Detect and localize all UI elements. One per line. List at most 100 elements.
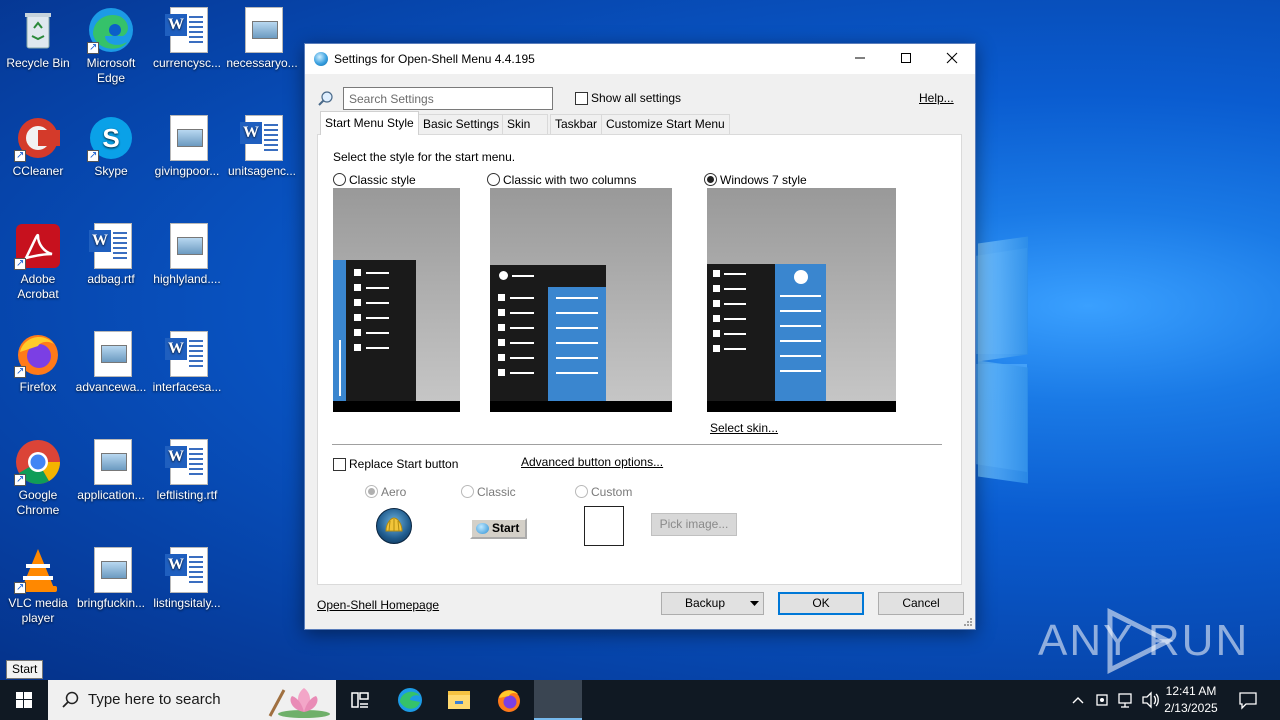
open-shell-homepage-link[interactable]: Open-Shell Homepage xyxy=(317,598,439,612)
image-file-icon[interactable]: highlyland.... xyxy=(149,222,225,287)
preview-item-line xyxy=(366,332,389,334)
close-button[interactable] xyxy=(929,44,975,74)
classic-two-columns-preview[interactable] xyxy=(490,188,672,412)
microsoft-edge-icon[interactable]: Microsoft Edge xyxy=(73,6,149,86)
preview-taskbar xyxy=(333,401,460,412)
show-hidden-icons-chevron-icon[interactable] xyxy=(1071,694,1085,706)
image-file-icon[interactable]: givingpoor... xyxy=(149,114,225,179)
tab-customize-start-menu[interactable]: Customize Start Menu xyxy=(601,114,730,134)
advanced-button-options-link[interactable]: Advanced button options... xyxy=(521,455,663,469)
search-highlight-lotus-icon xyxy=(268,688,330,718)
help-link[interactable]: Help... xyxy=(919,91,954,105)
task-view-button[interactable] xyxy=(336,680,384,720)
recycle-bin-icon[interactable]: Recycle Bin xyxy=(0,6,76,71)
classic-style-preview[interactable] xyxy=(333,188,460,412)
google-chrome-icon[interactable]: Google Chrome xyxy=(0,438,76,518)
system-clock[interactable]: 12:41 AM 2/13/2025 xyxy=(1160,683,1222,717)
preview-item xyxy=(713,330,720,337)
maximize-icon xyxy=(901,53,911,63)
preview-right-line xyxy=(556,342,598,344)
windows-7-style-label: Windows 7 style xyxy=(720,173,807,187)
desktop-icon-label: Microsoft Edge xyxy=(86,56,136,85)
classic-button-radio[interactable] xyxy=(461,485,474,498)
preview-user-dot xyxy=(794,270,808,284)
taskbar-search-box[interactable]: Type here to search xyxy=(48,680,336,720)
aero-button-radio[interactable] xyxy=(365,485,378,498)
select-skin-link[interactable]: Select skin... xyxy=(710,421,778,435)
word-document-icon[interactable]: W unitsagenc... xyxy=(224,114,300,179)
backup-button[interactable]: Backup xyxy=(661,592,764,615)
desktop-icon-label: highlyland.... xyxy=(153,272,221,286)
preview-item-line xyxy=(510,372,534,374)
image-file-icon[interactable]: bringfuckin... xyxy=(73,546,149,611)
word-document-icon[interactable]: W adbag.rtf xyxy=(73,222,149,287)
classic-style-radio[interactable] xyxy=(333,173,346,186)
tab-taskbar[interactable]: Taskbar xyxy=(550,114,603,134)
tab-skin[interactable]: Skin xyxy=(502,114,548,134)
minimize-button[interactable] xyxy=(837,44,883,74)
resize-grip-icon[interactable] xyxy=(963,617,973,627)
desktop-icon-label: adbag.rtf xyxy=(87,272,135,286)
word-document-icon[interactable]: W currencysc... xyxy=(149,6,225,71)
image-file-icon[interactable]: necessaryo... xyxy=(224,6,300,71)
cancel-button[interactable]: Cancel xyxy=(878,592,964,615)
classic-two-columns-label: Classic with two columns xyxy=(503,173,637,187)
volume-icon[interactable] xyxy=(1141,691,1161,709)
desktop-icon-label: Firefox xyxy=(19,380,57,394)
show-all-settings-label: Show all settings xyxy=(591,91,682,105)
preview-item-line xyxy=(366,317,389,319)
classic-two-columns-radio[interactable] xyxy=(487,173,500,186)
desktop-icon-label: Google Chrome xyxy=(16,488,60,517)
image-file-icon[interactable]: application... xyxy=(73,438,149,503)
shell-logo-icon xyxy=(385,517,403,532)
windows-7-style-radio[interactable] xyxy=(704,173,717,186)
vlc-icon[interactable]: VLC media player xyxy=(0,546,76,626)
start-button[interactable] xyxy=(0,680,48,720)
search-icon xyxy=(62,691,79,708)
tab-basic-settings[interactable]: Basic Settings xyxy=(418,114,505,134)
skype-icon[interactable]: S Skype xyxy=(73,114,149,179)
windows-7-style-preview[interactable] xyxy=(707,188,896,412)
replace-start-button-checkbox[interactable] xyxy=(333,458,346,471)
preview-item xyxy=(713,345,720,352)
minimize-icon xyxy=(855,57,865,59)
ccleaner-icon[interactable]: CCleaner xyxy=(0,114,76,179)
desktop-icon-label: currencysc... xyxy=(152,56,221,70)
tab-start-menu-style[interactable]: Start Menu Style xyxy=(320,111,419,135)
preview-item-line xyxy=(366,287,389,289)
image-file-icon[interactable]: advancewa... xyxy=(73,330,149,395)
taskbar-firefox-button[interactable] xyxy=(485,680,533,720)
custom-button-radio[interactable] xyxy=(575,485,588,498)
preview-item xyxy=(354,329,361,336)
title-bar[interactable]: Settings for Open-Shell Menu 4.4.195 xyxy=(305,44,975,74)
network-icon[interactable] xyxy=(1117,691,1137,709)
custom-button-label: Custom xyxy=(591,485,633,499)
classic-start-text: Start xyxy=(492,521,520,535)
adobe-acrobat-icon[interactable]: Adobe Acrobat xyxy=(0,222,76,302)
security-shield-icon[interactable] xyxy=(1094,691,1110,709)
desktop-icon-label: givingpoor... xyxy=(154,164,220,178)
show-all-settings-checkbox[interactable] xyxy=(575,92,588,105)
watermark-text: ANY RUN xyxy=(1038,616,1250,665)
style-prompt: Select the style for the start menu. xyxy=(333,150,516,164)
firefox-icon[interactable]: Firefox xyxy=(0,330,76,395)
taskbar-edge-button[interactable] xyxy=(386,680,434,720)
ok-button[interactable]: OK xyxy=(778,592,864,615)
word-document-icon[interactable]: W leftlisting.rtf xyxy=(149,438,225,503)
pick-image-button[interactable]: Pick image... xyxy=(651,513,737,536)
desktop-icon-label: CCleaner xyxy=(12,164,64,178)
word-document-icon[interactable]: W listingsitaly... xyxy=(149,546,225,611)
word-document-icon[interactable]: W interfacesa... xyxy=(149,330,225,395)
search-settings-input[interactable] xyxy=(343,87,553,110)
notification-center-icon[interactable] xyxy=(1238,690,1258,710)
preview-item xyxy=(498,309,505,316)
taskbar-open-shell-settings-button[interactable] xyxy=(534,680,582,720)
desktop-icon-label: advancewa... xyxy=(75,380,147,394)
preview-item xyxy=(354,344,361,351)
taskbar-file-explorer-button[interactable] xyxy=(435,680,483,720)
maximize-button[interactable] xyxy=(883,44,929,74)
preview-item xyxy=(498,339,505,346)
window-title: Settings for Open-Shell Menu 4.4.195 xyxy=(334,52,535,66)
preview-item-line xyxy=(510,342,534,344)
open-shell-settings-dialog: Settings for Open-Shell Menu 4.4.195 Sho… xyxy=(304,43,976,630)
